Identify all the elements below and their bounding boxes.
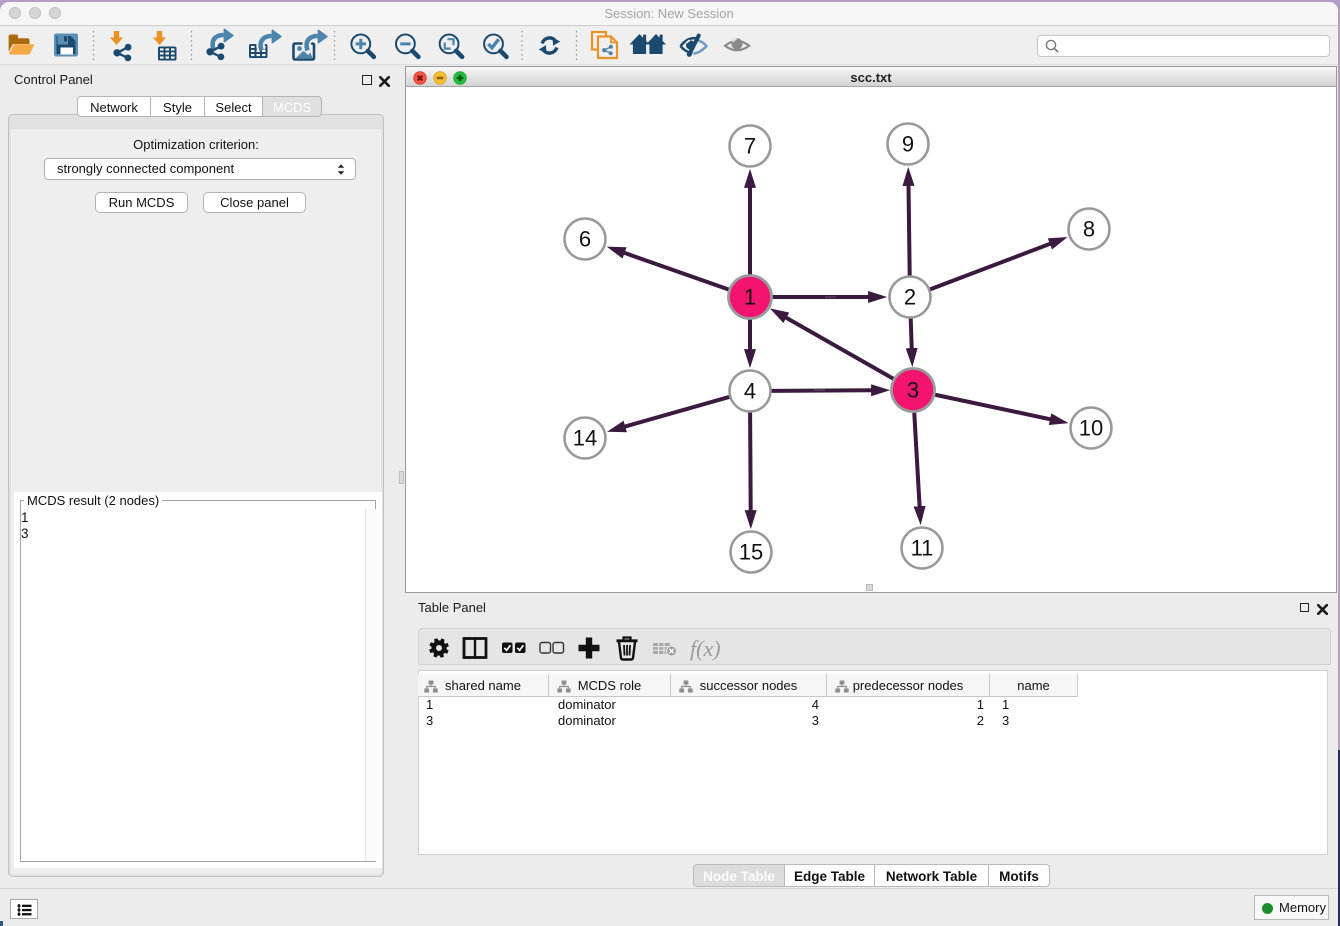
svg-text:15: 15 — [739, 540, 763, 565]
svg-text:1: 1 — [744, 285, 756, 310]
svg-text:10: 10 — [1079, 416, 1103, 441]
svg-text:9: 9 — [902, 132, 914, 157]
svg-text:4: 4 — [744, 379, 756, 404]
svg-text:14: 14 — [573, 426, 597, 451]
svg-text:3: 3 — [907, 378, 919, 403]
svg-text:7: 7 — [744, 134, 756, 159]
svg-text:11: 11 — [911, 536, 934, 561]
svg-text:f(x): f(x) — [690, 636, 721, 661]
svg-text:8: 8 — [1083, 217, 1095, 242]
svg-text:6: 6 — [579, 227, 591, 252]
svg-text:2: 2 — [904, 285, 916, 310]
